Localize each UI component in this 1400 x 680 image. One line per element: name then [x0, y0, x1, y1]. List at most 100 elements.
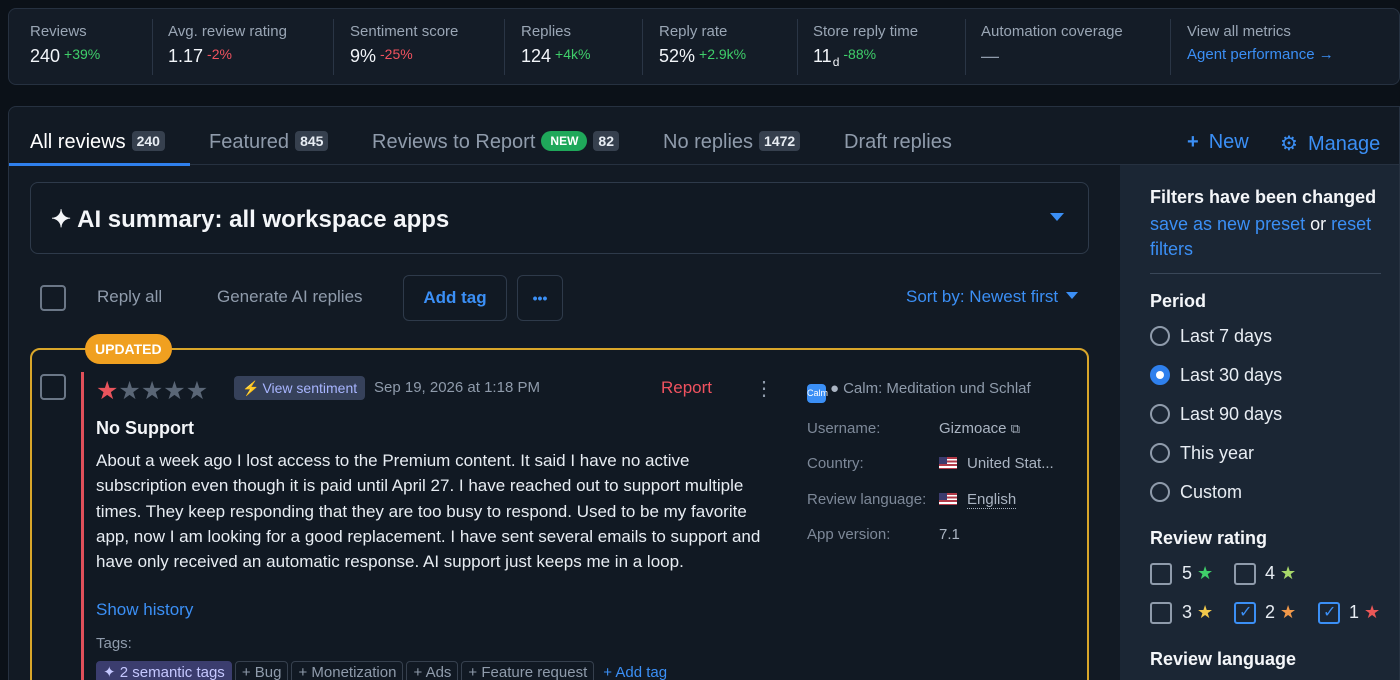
- apple-icon: ●: [830, 380, 840, 397]
- app-info[interactable]: Calm ● Calm: Meditation und Schlaf: [807, 380, 1031, 403]
- radio-label: Last 7 days: [1180, 326, 1273, 346]
- star-icon: ★: [118, 377, 141, 405]
- period-heading: Period: [1150, 291, 1207, 311]
- review-date: Sep 19, 2026 at 1:18 PM: [374, 379, 540, 396]
- divider: [1170, 19, 1171, 75]
- metric-automation-coverage[interactable]: Automation coverage —: [981, 9, 1123, 86]
- semantic-tags-chip[interactable]: ✦ 2 semantic tags: [96, 661, 232, 680]
- report-button[interactable]: Report: [661, 378, 712, 398]
- view-sentiment-button[interactable]: ⚡ View sentiment: [234, 376, 366, 400]
- username-value[interactable]: Gizmoace ⧉: [939, 420, 1020, 437]
- tab-reviews-to-report[interactable]: Reviews to Report NEW 82: [372, 131, 619, 154]
- tab-all-reviews[interactable]: All reviews 240: [30, 131, 165, 154]
- tag-label: 2 semantic tags: [119, 664, 225, 680]
- ai-summary-title: AI summary: all workspace apps: [77, 206, 450, 233]
- tab-no-replies[interactable]: No replies 1472: [663, 131, 801, 154]
- select-all-checkbox[interactable]: [40, 285, 66, 311]
- more-actions-button[interactable]: •••: [517, 275, 563, 321]
- metric-view-all: View all metrics Agent performance →: [1187, 9, 1334, 86]
- star-icon: ★: [1280, 563, 1297, 583]
- metric-value: —: [981, 46, 999, 66]
- save-preset-link[interactable]: save as new preset: [1150, 214, 1305, 234]
- filters-changed-title: Filters have been changed: [1150, 187, 1377, 207]
- metric-label: Reply rate: [659, 23, 728, 40]
- star-rating: ★★★★★: [96, 376, 208, 406]
- rating-5-checkbox[interactable]: [1150, 563, 1172, 585]
- rating-2-checkbox[interactable]: [1234, 602, 1256, 624]
- tag-label: Add tag: [615, 664, 668, 680]
- username-text: Gizmoace: [939, 420, 1007, 437]
- updated-badge: UPDATED: [85, 334, 172, 364]
- tags-label: Tags:: [96, 635, 132, 652]
- tag-chip-monetization[interactable]: + Monetization: [291, 661, 404, 680]
- tab-featured[interactable]: Featured 845: [209, 131, 329, 154]
- star-icon: ★: [163, 377, 186, 405]
- generate-ai-replies-button[interactable]: Generate AI replies: [217, 287, 363, 307]
- sparkle-icon: ✦: [103, 664, 116, 680]
- reviews-panel: All reviews 240 Featured 845 Reviews to Re…: [8, 106, 1400, 680]
- rating-indicator-bar: [81, 372, 84, 680]
- us-flag-icon: [939, 493, 957, 505]
- agent-performance-link[interactable]: Agent performance →: [1187, 46, 1334, 63]
- tag-label: Feature request: [481, 664, 588, 680]
- tag-chip-ads[interactable]: + Ads: [406, 661, 459, 680]
- radio-label: Custom: [1180, 482, 1243, 502]
- tab-draft-replies[interactable]: Draft replies: [844, 131, 952, 154]
- radio-custom[interactable]: [1150, 482, 1170, 502]
- rating-4-checkbox[interactable]: [1234, 563, 1256, 585]
- app-name: Calm: Meditation und Schlaf: [843, 380, 1031, 397]
- manage-button[interactable]: ⚙ Manage: [1280, 131, 1380, 156]
- copy-icon[interactable]: ⧉: [1011, 421, 1020, 436]
- divider: [1150, 273, 1381, 274]
- review-title: No Support: [96, 418, 194, 438]
- metric-change: -2%: [207, 46, 232, 62]
- metric-replies[interactable]: Replies 124 +4k%: [521, 9, 590, 86]
- new-button[interactable]: + New: [1187, 131, 1249, 154]
- show-history-link[interactable]: Show history: [96, 600, 193, 620]
- ai-summary-dropdown[interactable]: ✦ AI summary: all workspace apps: [30, 182, 1089, 254]
- add-tag-link[interactable]: + Add tag: [597, 662, 673, 680]
- metric-reviews[interactable]: Reviews 240 +39%: [30, 9, 100, 86]
- review-checkbox[interactable]: [40, 374, 66, 400]
- sort-label: Sort by: Newest first: [906, 287, 1059, 306]
- new-label: New: [1208, 131, 1249, 153]
- star-icon: ★: [185, 377, 209, 405]
- metric-sentiment[interactable]: Sentiment score 9% -25%: [350, 9, 458, 86]
- filters-sidebar: Filters have been changed save as new pr…: [1120, 165, 1399, 680]
- sort-dropdown[interactable]: Sort by: Newest first: [906, 287, 1079, 307]
- metric-change: +2.9k%: [699, 46, 747, 62]
- divider: [333, 19, 334, 75]
- metrics-bar: Reviews 240 +39% Avg. review rating 1.17-…: [8, 8, 1400, 85]
- metric-value: 1.17: [168, 46, 204, 66]
- radio-label: Last 90 days: [1180, 404, 1283, 424]
- radio-last-30-days[interactable]: [1150, 365, 1170, 385]
- radio-this-year[interactable]: [1150, 443, 1170, 463]
- kebab-menu-icon[interactable]: ⋮: [754, 376, 774, 401]
- rating-value: 1: [1349, 602, 1360, 622]
- language-label: Review language:: [807, 491, 927, 508]
- add-tag-button[interactable]: Add tag: [403, 275, 507, 321]
- country-label: Country:: [807, 455, 864, 472]
- chevron-down-icon: [1066, 292, 1079, 299]
- reviews-main: ✦ AI summary: all workspace apps Reply al…: [9, 165, 1120, 680]
- metric-avg-rating[interactable]: Avg. review rating 1.17 -2%: [168, 9, 287, 86]
- star-icon: ★: [96, 377, 119, 405]
- metric-reply-rate[interactable]: Reply rate 52% +2.9k%: [659, 9, 746, 86]
- radio-last-90-days[interactable]: [1150, 404, 1170, 424]
- tab-label: Draft replies: [844, 131, 952, 153]
- language-value: English: [939, 491, 1017, 509]
- rating-value: 4: [1265, 563, 1276, 583]
- metric-label: Automation coverage: [981, 23, 1123, 40]
- us-flag-icon: [939, 457, 957, 469]
- rating-2-label: 2 ★: [1265, 602, 1296, 623]
- reply-all-button[interactable]: Reply all: [97, 287, 162, 307]
- radio-last-7-days[interactable]: [1150, 326, 1170, 346]
- rating-3-checkbox[interactable]: [1150, 602, 1172, 624]
- metric-label: Replies: [521, 23, 572, 40]
- tab-count: 240: [131, 131, 165, 151]
- tag-chip-bug[interactable]: + Bug: [234, 661, 289, 680]
- rating-1-checkbox[interactable]: [1318, 602, 1340, 624]
- tag-chip-feature-request[interactable]: + Feature request: [461, 661, 595, 680]
- rating-value: 2: [1265, 602, 1276, 622]
- metric-store-reply-time[interactable]: Store reply time 11d -88%: [813, 9, 918, 86]
